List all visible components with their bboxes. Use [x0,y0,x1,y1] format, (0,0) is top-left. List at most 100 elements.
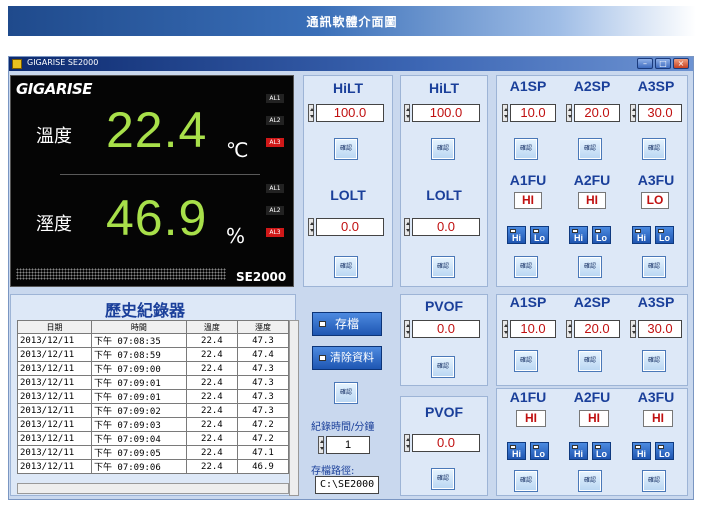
a2fu-hi-button-1[interactable]: Hi [569,226,588,244]
a3fu-hi-button-2[interactable]: Hi [632,442,651,460]
a2sp-input-1[interactable]: 20.0 [574,104,620,122]
pvof-confirm-button-1[interactable]: 確認 [431,356,455,378]
table-cell: 22.4 [185,459,238,474]
table-row[interactable]: 2013/12/11 下午 07:09:01 22.4 47.3 [17,375,290,390]
a2sp-spinner-1[interactable] [566,104,572,122]
table-cell: 22.4 [185,403,238,418]
a3fu-lo-button-2[interactable]: Lo [655,442,674,460]
table-cell: 47.2 [236,431,290,446]
a1sp-label-2: A1SP [509,294,547,310]
close-button[interactable]: × [673,58,689,69]
lolt-spinner-1[interactable] [308,218,314,236]
a1sp-spinner-2[interactable] [502,320,508,338]
a2sp-label-1: A2SP [573,78,611,94]
pvof-input-1[interactable]: 0.0 [412,320,480,338]
a3sp-input-2[interactable]: 30.0 [638,320,682,338]
maximize-button[interactable]: □ [655,58,671,69]
table-cell: 2013/12/11 [17,403,92,418]
a3sp-confirm-button-1[interactable]: 確認 [642,138,666,160]
table-cell: 47.3 [236,375,290,390]
table-row[interactable]: 2013/12/11 下午 07:08:59 22.4 47.4 [17,347,290,362]
a3fu-hi-button-1[interactable]: Hi [632,226,651,244]
save-path-input[interactable]: C:\SE2000 [315,476,379,494]
a1fu-hi-button-2[interactable]: Hi [507,442,526,460]
a1fu-confirm-button-2[interactable]: 確認 [514,470,538,492]
hilt-confirm-button-2[interactable]: 確認 [431,138,455,160]
alarm-indicator-2: AL2 [266,116,284,125]
a2sp-input-2[interactable]: 20.0 [574,320,620,338]
table-cell: 下午 07:08:35 [91,333,187,348]
lolt-spinner-2[interactable] [404,218,410,236]
a2fu-confirm-button-2[interactable]: 確認 [578,470,602,492]
history-confirm-button[interactable]: 確認 [334,382,358,404]
table-cell: 47.3 [236,403,290,418]
history-horizontal-scrollbar[interactable] [17,483,289,494]
a1fu-hi-button-1[interactable]: Hi [507,226,526,244]
hilt-confirm-button-1[interactable]: 確認 [334,138,358,160]
a1fu-confirm-button-1[interactable]: 確認 [514,256,538,278]
table-row[interactable]: 2013/12/11 下午 07:09:00 22.4 47.3 [17,361,290,376]
a2fu-label-2: A2FU [573,389,611,405]
hilt-label-1: HiLT [332,80,364,96]
pvof-spinner-1[interactable] [404,320,410,338]
table-cell: 下午 07:09:01 [91,375,187,390]
a2sp-confirm-button-1[interactable]: 確認 [578,138,602,160]
hilt-input-2[interactable]: 100.0 [412,104,480,122]
col-time-header: 時間 [91,320,187,334]
table-row[interactable]: 2013/12/11 下午 07:08:35 22.4 47.3 [17,333,290,348]
save-button[interactable]: 存檔 [312,312,382,336]
minimize-button[interactable]: – [637,58,653,69]
lolt-input-2[interactable]: 0.0 [412,218,480,236]
lolt-confirm-button-2[interactable]: 確認 [431,256,455,278]
a3fu-lo-button-1[interactable]: Lo [655,226,674,244]
a3sp-confirm-button-2[interactable]: 確認 [642,350,666,372]
a2fu-value-2: HI [579,410,609,427]
a2fu-lo-button-1[interactable]: Lo [592,226,611,244]
a3sp-spinner-1[interactable] [630,104,636,122]
a3fu-confirm-button-2[interactable]: 確認 [642,470,666,492]
table-cell: 22.4 [185,445,238,460]
window-titlebar[interactable]: GIGARISE SE2000 – □ × [9,57,693,71]
table-cell: 2013/12/11 [17,361,92,376]
a3fu-confirm-button-1[interactable]: 確認 [642,256,666,278]
a3sp-spinner-2[interactable] [630,320,636,338]
table-row[interactable]: 2013/12/11 下午 07:09:02 22.4 47.3 [17,403,290,418]
a3sp-input-1[interactable]: 30.0 [638,104,682,122]
a1fu-lo-button-2[interactable]: Lo [530,442,549,460]
table-cell: 47.1 [236,445,290,460]
a2sp-spinner-2[interactable] [566,320,572,338]
record-interval-spinner[interactable] [318,436,324,454]
lolt-input-1[interactable]: 0.0 [316,218,384,236]
table-cell: 下午 07:09:06 [91,459,187,474]
save-path-label: 存檔路徑: [311,466,355,477]
a2sp-confirm-button-2[interactable]: 確認 [578,350,602,372]
record-interval-input[interactable]: 1 [326,436,370,454]
a3fu-value-2: HI [643,410,673,427]
table-row[interactable]: 2013/12/11 下午 07:09:03 22.4 47.2 [17,417,290,432]
a1sp-spinner-1[interactable] [502,104,508,122]
pvof-confirm-button-2[interactable]: 確認 [431,468,455,490]
table-row[interactable]: 2013/12/11 下午 07:09:06 22.4 46.9 [17,459,290,474]
a1sp-confirm-button-1[interactable]: 確認 [514,138,538,160]
hilt-spinner-2[interactable] [404,104,410,122]
a3fu-label-1: A3FU [637,172,675,188]
hilt-label-2: HiLT [428,80,460,96]
a1sp-input-2[interactable]: 10.0 [510,320,556,338]
lolt-confirm-button-1[interactable]: 確認 [334,256,358,278]
a1sp-input-1[interactable]: 10.0 [510,104,556,122]
a1sp-confirm-button-2[interactable]: 確認 [514,350,538,372]
history-vertical-scrollbar[interactable] [289,320,299,496]
a2fu-confirm-button-1[interactable]: 確認 [578,256,602,278]
a2fu-hi-button-2[interactable]: Hi [569,442,588,460]
alarm-indicator-3: AL3 [266,138,284,147]
hilt-input-1[interactable]: 100.0 [316,104,384,122]
pvof-spinner-2[interactable] [404,434,410,452]
table-row[interactable]: 2013/12/11 下午 07:09:05 22.4 47.1 [17,445,290,460]
table-row[interactable]: 2013/12/11 下午 07:09:04 22.4 47.2 [17,431,290,446]
a1fu-lo-button-1[interactable]: Lo [530,226,549,244]
clear-data-button[interactable]: 清除資料 [312,346,382,370]
pvof-input-2[interactable]: 0.0 [412,434,480,452]
table-row[interactable]: 2013/12/11 下午 07:09:01 22.4 47.3 [17,389,290,404]
a2fu-lo-button-2[interactable]: Lo [592,442,611,460]
hilt-spinner-1[interactable] [308,104,314,122]
